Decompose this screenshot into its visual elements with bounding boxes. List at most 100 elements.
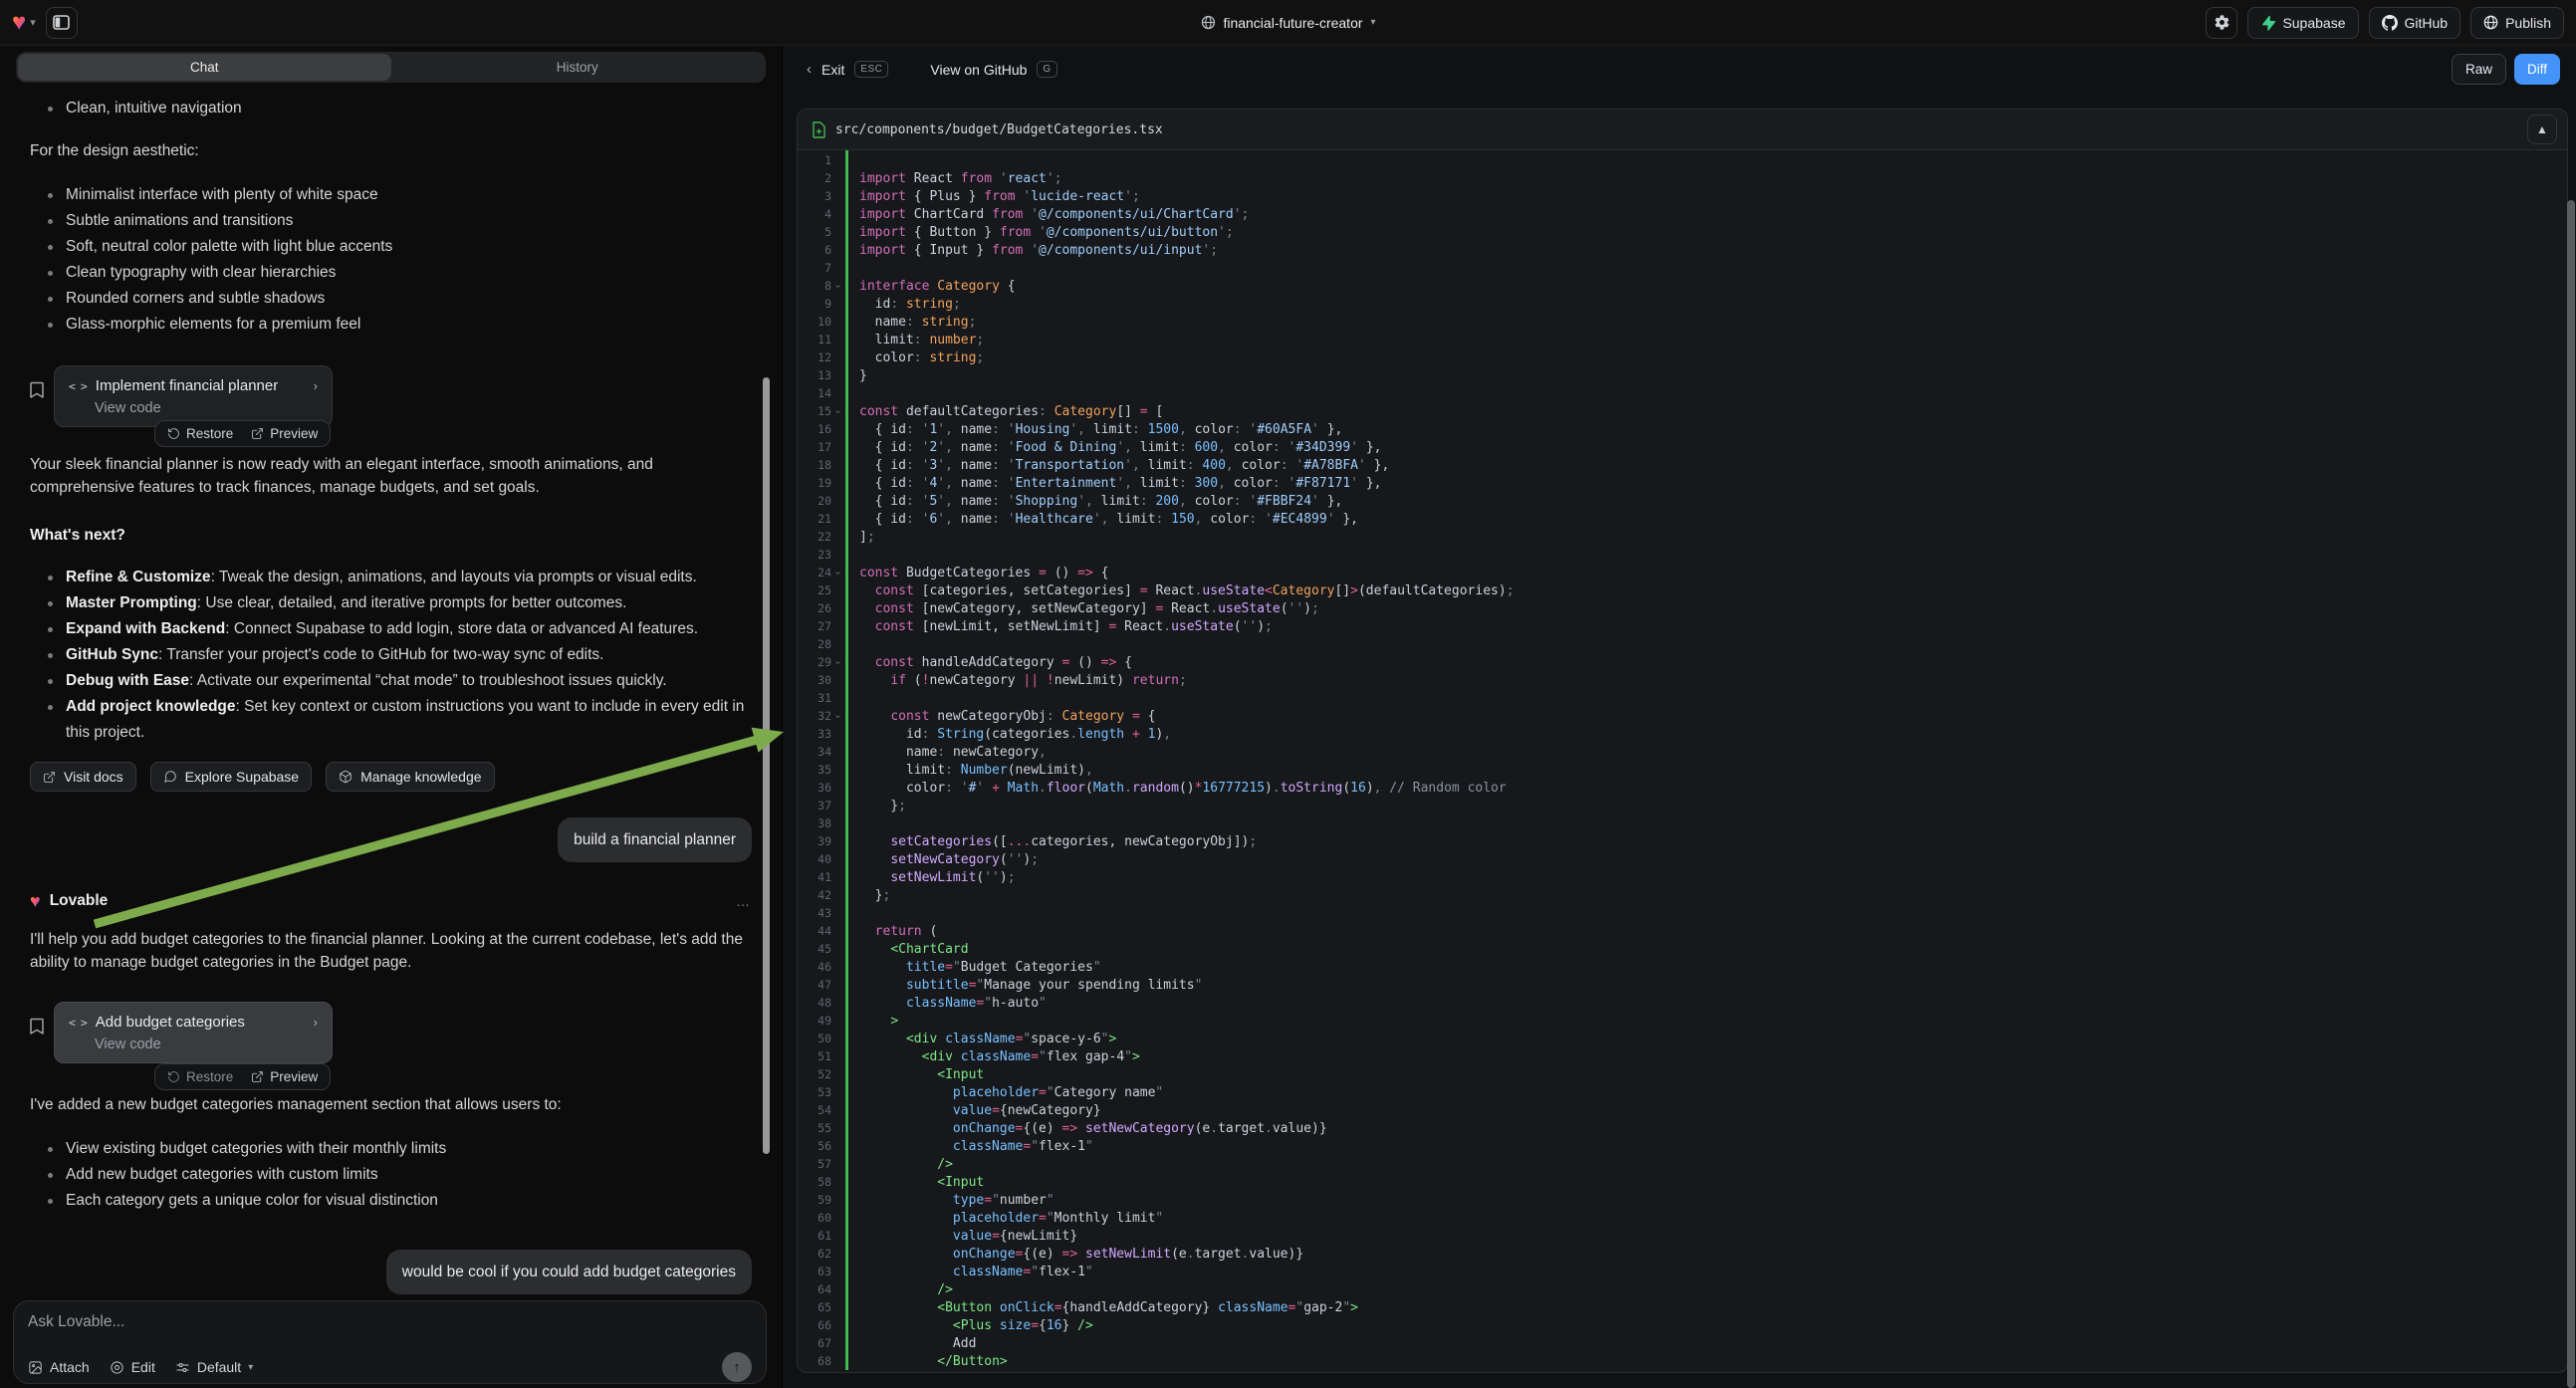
manage-knowledge-button[interactable]: Manage knowledge — [326, 762, 494, 792]
bullet-icon — [48, 297, 53, 302]
lovable-logo-icon[interactable]: ♥ — [12, 11, 26, 35]
settings-button[interactable] — [2206, 7, 2237, 39]
bullet-icon — [48, 1173, 53, 1178]
list-item: Expand with Backend: Connect Supabase to… — [30, 616, 752, 642]
list-item: Each category gets a unique color for vi… — [30, 1188, 752, 1214]
line-number: 31 — [798, 691, 831, 705]
bookmark-icon[interactable] — [30, 1018, 44, 1063]
message-menu-button[interactable]: … — [736, 893, 752, 909]
project-name: financial-future-creator — [1223, 15, 1362, 31]
design-heading: For the design aesthetic: — [30, 139, 752, 162]
supabase-button[interactable]: Supabase — [2247, 7, 2358, 39]
line-number: 52 — [798, 1067, 831, 1081]
code-line: 12 color: string; — [798, 348, 2567, 366]
edit-card-title: Add budget categories — [96, 1014, 245, 1031]
target-icon — [110, 1360, 124, 1375]
edit-card-implement-financial-planner[interactable]: < > Implement financial planner › View c… — [54, 365, 333, 427]
tab-history[interactable]: History — [391, 54, 765, 81]
restore-button[interactable]: Restore — [159, 1069, 241, 1084]
code-line: 36 color: '#' + Math.floor(Math.random()… — [798, 779, 2567, 797]
exit-button[interactable]: Exit — [821, 62, 844, 78]
code-line: 53 placeholder="Category name" — [798, 1083, 2567, 1101]
fold-chevron-icon[interactable]: › — [831, 657, 845, 668]
bullet-icon — [48, 193, 53, 198]
chat-scrollbar[interactable] — [763, 377, 770, 1154]
bullet-icon — [48, 1199, 53, 1204]
github-button[interactable]: GitHub — [2369, 7, 2461, 39]
code-line: 56 className="flex-1" — [798, 1137, 2567, 1155]
code-line: 37 }; — [798, 797, 2567, 814]
line-number: 10 — [798, 315, 831, 329]
chevron-down-icon: ▾ — [248, 1362, 253, 1373]
line-number: 53 — [798, 1085, 831, 1099]
line-number: 33 — [798, 727, 831, 741]
view-code-link[interactable]: View code — [95, 1037, 318, 1052]
fold-chevron-icon[interactable]: › — [831, 281, 845, 292]
back-chevron-icon[interactable]: ‹ — [807, 61, 812, 78]
ready-paragraph: Your sleek financial planner is now read… — [30, 453, 752, 499]
view-code-link[interactable]: View code — [95, 400, 318, 416]
raw-toggle-button[interactable]: Raw — [2452, 54, 2506, 85]
bullet-icon — [48, 601, 53, 606]
line-number: 46 — [798, 960, 831, 974]
code-line: 16 { id: '1', name: 'Housing', limit: 15… — [798, 420, 2567, 438]
code-line: 68 </Button> — [798, 1352, 2567, 1370]
line-number: 18 — [798, 458, 831, 472]
send-button[interactable]: ↑ — [722, 1352, 752, 1382]
line-number: 29 — [798, 655, 831, 669]
edit-card-wrap: < > Implement financial planner › View c… — [30, 365, 752, 427]
edit-mode-button[interactable]: Edit — [110, 1359, 155, 1375]
project-switcher[interactable]: financial-future-creator ▾ — [1200, 15, 1375, 31]
list-item: Minimalist interface with plenty of whit… — [30, 182, 752, 208]
preview-button[interactable]: Preview — [243, 426, 326, 441]
line-number: 14 — [798, 386, 831, 400]
line-number: 40 — [798, 852, 831, 866]
list-item: Refine & Customize: Tweak the design, an… — [30, 565, 752, 590]
fold-chevron-icon[interactable]: › — [831, 711, 845, 722]
preview-button[interactable]: Preview — [243, 1069, 326, 1084]
visit-docs-button[interactable]: Visit docs — [30, 762, 136, 792]
explore-supabase-button[interactable]: Explore Supabase — [150, 762, 312, 792]
chat-input[interactable] — [28, 1313, 752, 1339]
line-number: 48 — [798, 996, 831, 1010]
list-item: Rounded corners and subtle shadows — [30, 286, 752, 312]
line-number: 61 — [798, 1229, 831, 1243]
collapse-file-button[interactable]: ▲ — [2527, 115, 2557, 144]
bookmark-icon[interactable] — [30, 381, 44, 427]
top-bar: ♥ ▾ financial-future-creator ▾ Supabase — [0, 0, 2576, 46]
restore-button[interactable]: Restore — [159, 426, 241, 441]
code-line: 38 — [798, 814, 2567, 832]
model-select[interactable]: Default ▾ — [175, 1359, 253, 1375]
code-line: 21 { id: '6', name: 'Healthcare', limit:… — [798, 510, 2567, 528]
code-line: 54 value={newCategory} — [798, 1101, 2567, 1119]
gear-icon — [2214, 14, 2230, 31]
fold-chevron-icon[interactable]: › — [831, 568, 845, 578]
sidebar-toggle-button[interactable] — [46, 7, 78, 39]
code-scrollbar[interactable] — [2567, 200, 2575, 1388]
list-item: Debug with Ease: Activate our experiment… — [30, 668, 752, 694]
line-number: 20 — [798, 494, 831, 508]
file-header[interactable]: src/components/budget/BudgetCategories.t… — [798, 110, 2567, 150]
raw-label: Raw — [2465, 62, 2492, 77]
code-line: 28 — [798, 635, 2567, 653]
g-key-badge: G — [1037, 61, 1056, 78]
chat-message-list[interactable]: Clean, intuitive navigation For the desi… — [0, 88, 782, 1296]
code-line: 26 const [newCategory, setNewCategory] =… — [798, 599, 2567, 617]
code-line: 3import { Plus } from 'lucide-react'; — [798, 187, 2567, 205]
bullet-icon — [48, 271, 53, 276]
external-link-icon — [251, 427, 264, 440]
attach-button[interactable]: Attach — [28, 1359, 90, 1375]
edit-card-add-budget-categories[interactable]: < > Add budget categories › View code — [54, 1002, 333, 1063]
logo-chevron-down-icon[interactable]: ▾ — [30, 16, 36, 29]
code-area[interactable]: 12import React from 'react';3import { Pl… — [798, 150, 2567, 1370]
line-number: 38 — [798, 816, 831, 830]
code-line: 52 <Input — [798, 1065, 2567, 1083]
fold-chevron-icon[interactable]: › — [831, 406, 845, 417]
chat-panel: Chat History Clean, intuitive navigation… — [0, 46, 782, 1388]
view-on-github-button[interactable]: View on GitHub — [930, 62, 1027, 78]
diff-toggle-button[interactable]: Diff — [2514, 54, 2560, 85]
code-line: 60 placeholder="Monthly limit" — [798, 1209, 2567, 1227]
tab-chat[interactable]: Chat — [18, 54, 391, 81]
added-bullet-list: View existing budget categories with the… — [30, 1136, 752, 1214]
publish-button[interactable]: Publish — [2470, 7, 2564, 39]
